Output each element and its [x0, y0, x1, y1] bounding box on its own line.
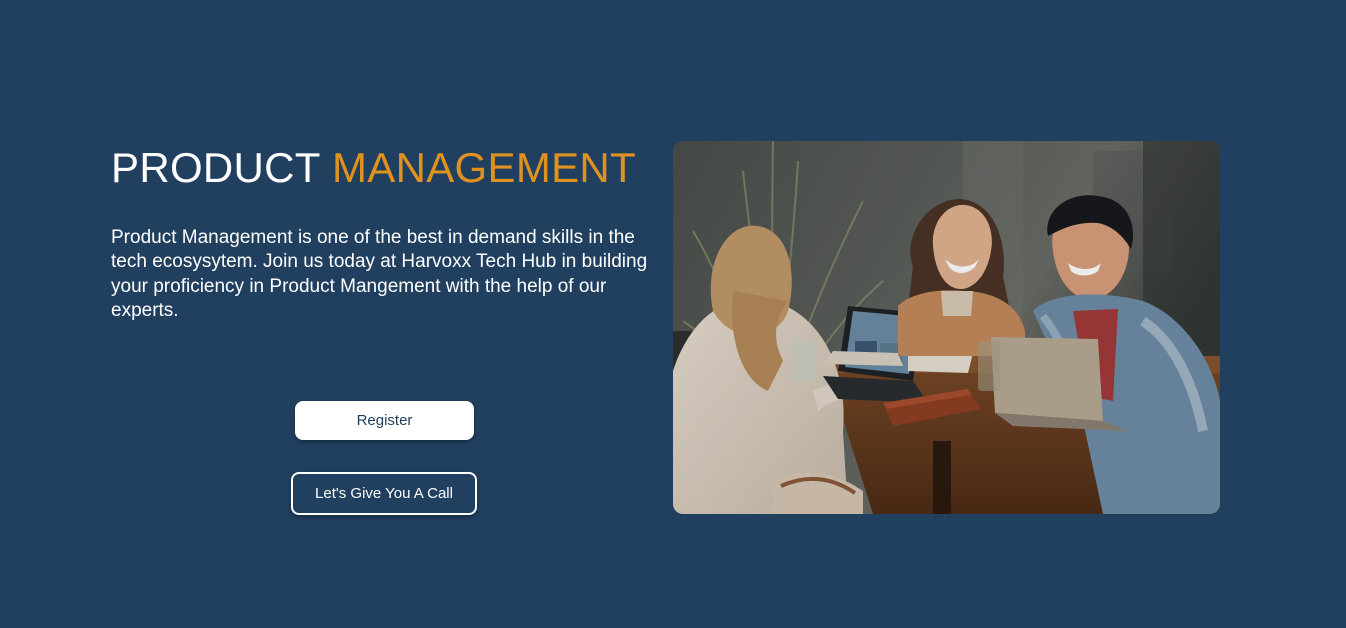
- hero-photo: [673, 141, 1220, 514]
- page-title: PRODUCT MANAGEMENT: [111, 143, 636, 193]
- hero-description: Product Management is one of the best in…: [111, 227, 648, 321]
- title-main: PRODUCT: [111, 144, 321, 191]
- register-button[interactable]: Register: [295, 401, 474, 440]
- hero-section: PRODUCT MANAGEMENT Product Management is…: [0, 0, 1346, 628]
- title-accent: MANAGEMENT: [332, 144, 637, 191]
- call-request-button[interactable]: Let's Give You A Call: [291, 472, 477, 515]
